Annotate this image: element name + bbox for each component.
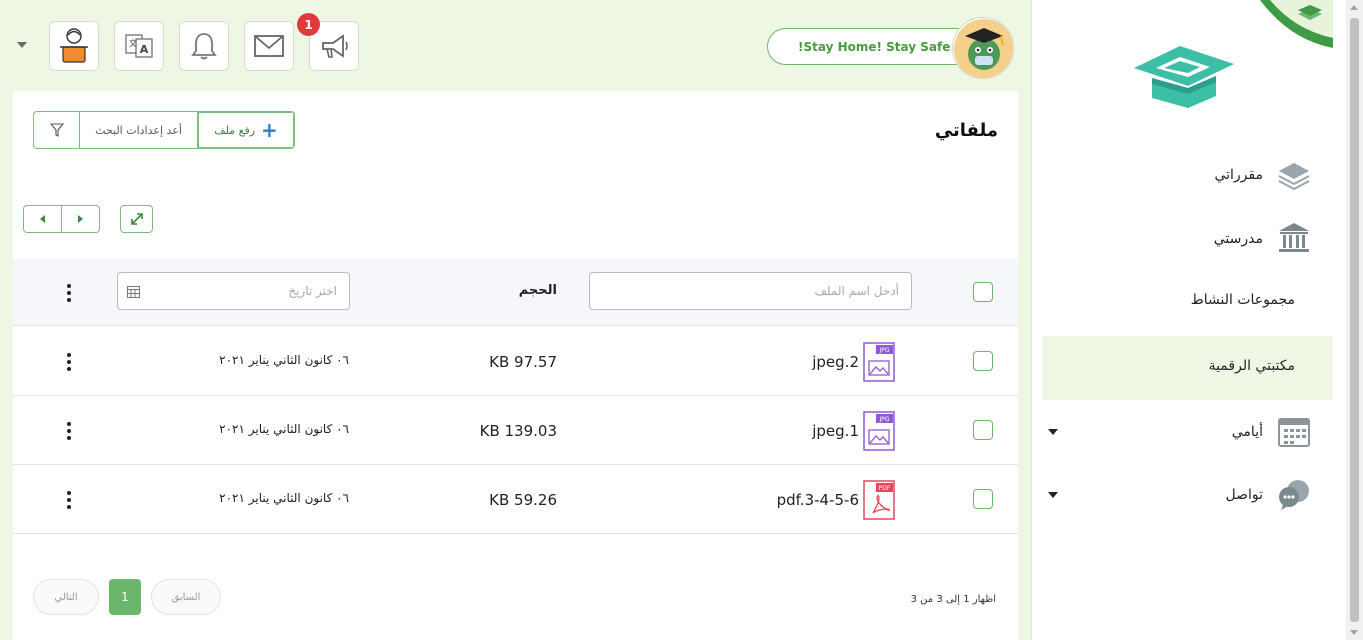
scroll-left-button[interactable]	[24, 206, 62, 232]
reset-search-label: أعد إعدادات البحث	[95, 123, 182, 137]
svg-text:JPG: JPG	[878, 347, 889, 354]
sidebar-item-label: مجموعات النشاط	[1190, 292, 1295, 308]
expand-button[interactable]	[120, 205, 153, 233]
row-checkbox[interactable]	[973, 489, 993, 509]
translate-icon: A 文	[125, 34, 153, 58]
profile-dropdown-caret[interactable]	[17, 42, 27, 48]
bell-icon	[191, 33, 217, 60]
file-name-filter-input[interactable]: أدخل اسم الملف	[589, 272, 912, 310]
file-date: ٠٦ كانون الثاني يناير ٢٠٢١	[219, 491, 349, 505]
file-name[interactable]: pdf.3-4-5-6	[777, 491, 859, 509]
pdf-file-icon: PDF	[863, 480, 895, 520]
filter-button[interactable]	[34, 112, 80, 148]
user-profile-icon	[60, 28, 88, 63]
chat-icon	[1279, 480, 1309, 510]
scroll-nav-group	[23, 205, 100, 233]
next-page-button[interactable]: التالي	[33, 579, 99, 615]
svg-text:文: 文	[129, 38, 137, 48]
stay-home-banner: !Stay Home! Stay Safe	[767, 28, 977, 65]
row-more-menu-icon[interactable]	[66, 422, 72, 440]
previous-page-button[interactable]: السابق	[151, 579, 221, 615]
calendar-small-icon	[127, 286, 140, 298]
table-row[interactable]: JPG jpeg.1 KB 139.03 ٠٦ كانون الثاني ينا…	[13, 396, 1018, 465]
filter-icon	[49, 123, 64, 137]
sidebar-item-label: مكتبتي الرقمية	[1208, 358, 1295, 374]
file-name[interactable]: jpeg.2	[812, 353, 859, 371]
date-placeholder: اختر تاريخ	[288, 284, 337, 298]
file-date: ٠٦ كانون الثاني يناير ٢٠٢١	[219, 422, 349, 436]
toolbar-button-group: أعد إعدادات البحث رفع ملف +	[33, 111, 295, 149]
row-checkbox[interactable]	[973, 420, 993, 440]
scroll-up-arrow-icon[interactable]	[1350, 5, 1358, 10]
current-page-button[interactable]: 1	[109, 579, 141, 615]
school-logo	[1134, 46, 1234, 108]
sidebar-item-digital-library[interactable]: مكتبتي الرقمية	[1042, 336, 1333, 400]
svg-text:A: A	[140, 43, 149, 56]
sidebar: مقرراتي مدرستي مجموعات النشاط مكتبتي الر…	[1031, 0, 1333, 640]
header-more-menu-icon[interactable]	[66, 284, 72, 302]
files-card: ملفاتي أعد إعدادات البحث رفع ملف + أدخل …	[13, 91, 1018, 640]
reset-search-button[interactable]: أعد إعدادات البحث	[80, 112, 198, 148]
chevron-down-icon	[1048, 429, 1058, 435]
file-size: KB 59.26	[489, 491, 557, 509]
file-size: KB 139.03	[479, 422, 557, 440]
arrow-right-icon	[78, 215, 83, 223]
file-date: ٠٦ كانون الثاني يناير ٢٠٢١	[219, 353, 349, 367]
notification-count-badge: 1	[297, 13, 320, 36]
scroll-down-arrow-icon[interactable]	[1350, 630, 1358, 635]
file-name[interactable]: jpeg.1	[812, 422, 859, 440]
school-building-icon	[1279, 223, 1309, 252]
upload-file-label: رفع ملف	[214, 123, 256, 137]
arrow-left-icon	[40, 215, 45, 223]
sidebar-item-label: مقرراتي	[1214, 167, 1263, 183]
profile-button[interactable]	[49, 21, 99, 71]
row-more-menu-icon[interactable]	[66, 491, 72, 509]
sidebar-item-my-days[interactable]: أيامي	[1042, 402, 1333, 464]
svg-text:JPG: JPG	[878, 416, 889, 423]
upload-file-button[interactable]: رفع ملف +	[198, 112, 294, 148]
sidebar-item-courses[interactable]: مقرراتي	[1042, 145, 1333, 207]
jpg-file-icon: JPG	[863, 411, 895, 451]
file-size: KB 97.57	[489, 353, 557, 371]
table-header: أدخل اسم الملف الحجم اختر تاريخ	[13, 259, 1018, 326]
graduate-avatar-icon	[954, 19, 1013, 78]
file-name-placeholder: أدخل اسم الملف	[814, 284, 899, 298]
table-row[interactable]: PDF pdf.3-4-5-6 KB 59.26 ٠٦ كانون الثاني…	[13, 465, 1018, 534]
sidebar-item-communication[interactable]: تواصل	[1042, 465, 1333, 527]
sidebar-item-activity-groups[interactable]: مجموعات النشاط	[1042, 270, 1333, 332]
expand-icon	[130, 213, 143, 225]
table-row[interactable]: JPG jpeg.2 KB 97.57 ٠٦ كانون الثاني يناي…	[13, 327, 1018, 396]
corner-decoration	[1260, 0, 1333, 48]
page-title: ملفاتي	[934, 120, 998, 141]
sidebar-item-label: أيامي	[1231, 424, 1263, 440]
sidebar-item-label: تواصل	[1225, 487, 1263, 503]
calendar-icon	[1278, 418, 1310, 447]
user-avatar[interactable]	[952, 17, 1014, 79]
layers-icon	[1278, 163, 1310, 191]
envelope-icon	[254, 35, 284, 57]
sidebar-item-label: مدرستي	[1213, 231, 1263, 247]
notifications-button[interactable]	[179, 21, 229, 71]
main-area: A 文 1 !Stay Home! Stay Safe ملفاتي أعد إ…	[0, 0, 1031, 640]
chevron-down-icon	[1048, 492, 1058, 498]
pagination-info: اظهار 1 إلى 3 من 3	[910, 594, 996, 605]
sidebar-item-my-school[interactable]: مدرستي	[1042, 209, 1333, 271]
messages-button[interactable]	[244, 21, 294, 71]
plus-icon: +	[261, 118, 278, 142]
row-more-menu-icon[interactable]	[66, 353, 72, 371]
language-button[interactable]: A 文	[114, 21, 164, 71]
megaphone-icon	[322, 34, 348, 58]
size-column-header: الحجم	[518, 283, 557, 298]
date-filter-input[interactable]: اختر تاريخ	[117, 272, 350, 310]
scroll-right-button[interactable]	[62, 206, 99, 232]
row-checkbox[interactable]	[973, 351, 993, 371]
jpg-file-icon: JPG	[863, 342, 895, 382]
svg-text:PDF: PDF	[879, 485, 891, 492]
scrollbar-thumb[interactable]	[1350, 18, 1359, 622]
select-all-checkbox[interactable]	[973, 282, 993, 302]
